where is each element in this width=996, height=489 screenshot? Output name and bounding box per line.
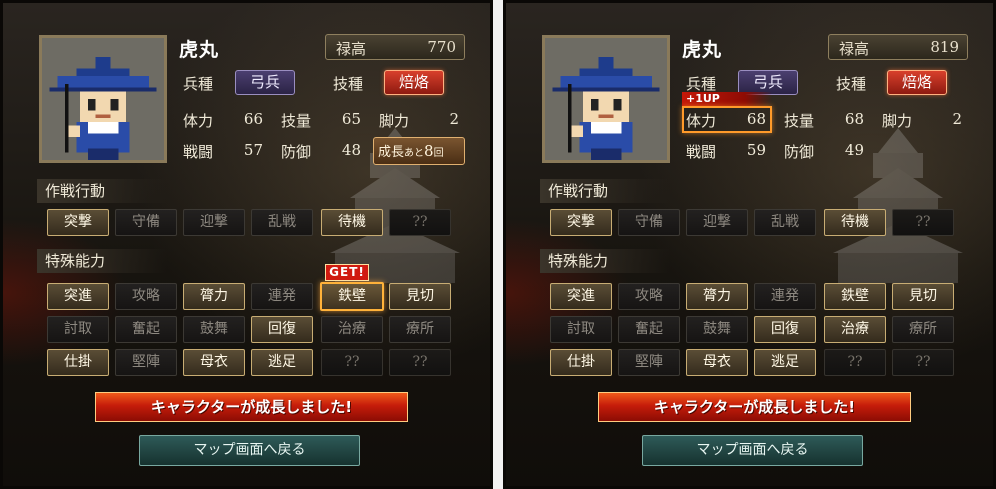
ability-funki[interactable]: 奮起 [618,316,680,343]
stat-def: 防御 49 [784,141,864,161]
ability-nigeashi[interactable]: 逃足 [754,349,816,376]
ability-kobu[interactable]: 鼓舞 [686,316,748,343]
ability-chiryo[interactable]: 治療 [824,316,886,343]
ability-kenjin[interactable]: 堅陣 [115,349,177,376]
ability-unknown-1: ?? [824,349,886,376]
ability-koryaku[interactable]: 攻略 [115,283,177,310]
ability-chiryo[interactable]: 治療 [321,316,383,343]
stat-atk: 戦闘 59 [686,141,766,161]
ability-kaifuku[interactable]: 回復 [754,316,816,343]
skill-type-row: 技種 [329,70,384,96]
tactic-button-taiki[interactable]: 待機 [321,209,383,236]
ability-ryoryoku[interactable]: 膂力 [686,283,748,310]
skill-type-badge: 焙烙 [887,70,947,95]
tactic-button-shubi[interactable]: 守備 [115,209,177,236]
skill-type-row: 技種 [832,70,887,96]
stat-up-tag: +1UP [682,92,772,106]
character-name: 虎丸 [682,39,723,61]
growth-message-banner: キャラクターが成長しました! [95,392,408,422]
ability-mikiri[interactable]: 見切 [389,283,451,310]
character-portrait [542,35,670,163]
tactic-button-totsugeki[interactable]: 突撃 [47,209,109,236]
status-panel-after: 虎丸 禄高 819 兵種 弓兵 技種 焙烙 +1UP 体力 68 技量 68 脚… [503,0,996,489]
ability-renpatsu[interactable]: 連発 [754,283,816,310]
tactic-button-ransen[interactable]: 乱戦 [251,209,313,236]
character-sprite-icon [545,38,667,160]
growth-message-banner: キャラクターが成長しました! [598,392,911,422]
ability-teppeki[interactable]: 鉄壁 [824,283,886,310]
tactic-button-geigeki[interactable]: 迎撃 [183,209,245,236]
ability-horo[interactable]: 母衣 [183,349,245,376]
ability-kaifuku[interactable]: 回復 [251,316,313,343]
tactic-button-ransen[interactable]: 乱戦 [754,209,816,236]
stat-leg: 脚力 2 [882,110,962,130]
unit-type-row: 兵種 [179,70,239,96]
ability-kenjin[interactable]: 堅陣 [618,349,680,376]
stipend-value: 819 [930,38,959,56]
stats-row-1: 体力 68 技量 68 脚力 2 [682,107,972,133]
character-sprite-icon [42,38,164,160]
skill-type-label: 技種 [333,75,364,93]
stat-atk: 戦闘 57 [183,141,263,161]
stat-hp: 体力 66 [183,110,263,130]
tactics-section-title: 作戦行動 [37,179,167,203]
tactic-button-geigeki[interactable]: 迎撃 [686,209,748,236]
abilities-section-title: 特殊能力 [37,249,167,273]
stats-row-1: 体力 66 技量 65 脚力 2 [179,107,469,133]
return-to-map-button[interactable]: マップ画面へ戻る [642,435,863,466]
stipend-value: 770 [427,38,456,56]
stat-def: 防御 48 [281,141,361,161]
ability-unknown-2: ?? [389,349,451,376]
tactic-button-unknown: ?? [892,209,954,236]
ability-ryoryoku[interactable]: 膂力 [183,283,245,310]
stat-leg: 脚力 2 [379,110,459,130]
ability-teppeki[interactable]: 鉄壁 [320,282,384,311]
stat-tech: 技量 68 [784,110,864,130]
stipend-box: 禄高 770 [325,34,465,60]
skill-type-label: 技種 [836,75,867,93]
ability-totsushin[interactable]: 突進 [47,283,109,310]
stats-row-2: 戦闘 59 防御 49 [682,138,872,164]
stipend-label: 禄高 [336,40,367,58]
skill-type-badge: 焙烙 [384,70,444,95]
ability-renpatsu[interactable]: 連発 [251,283,313,310]
ability-nigeashi[interactable]: 逃足 [251,349,313,376]
tactics-section-title: 作戦行動 [540,179,670,203]
unit-type-label: 兵種 [686,75,717,93]
stipend-label: 禄高 [839,40,870,58]
ability-shikake[interactable]: 仕掛 [47,349,109,376]
ability-unknown-2: ?? [892,349,954,376]
ability-unknown-1: ?? [321,349,383,376]
stipend-box: 禄高 819 [828,34,968,60]
stats-row-2: 戦闘 57 防御 48 [179,138,369,164]
growth-remaining-badge: 成長あと8回 [373,137,465,165]
ability-uchitori[interactable]: 討取 [550,316,612,343]
tactic-button-taiki[interactable]: 待機 [824,209,886,236]
ability-horo[interactable]: 母衣 [686,349,748,376]
status-panel-before: 虎丸 禄高 770 兵種 弓兵 技種 焙烙 体力 66 技量 65 脚力 2 戦… [0,0,493,489]
unit-type-badge: 弓兵 [235,70,295,95]
ability-uchitori[interactable]: 討取 [47,316,109,343]
ability-ryosho[interactable]: 療所 [892,316,954,343]
tactic-button-unknown: ?? [389,209,451,236]
ability-mikiri[interactable]: 見切 [892,283,954,310]
ability-koryaku[interactable]: 攻略 [618,283,680,310]
tactic-button-totsugeki[interactable]: 突撃 [550,209,612,236]
get-new-ability-tag: GET! [325,264,369,281]
ability-totsushin[interactable]: 突進 [550,283,612,310]
return-to-map-button[interactable]: マップ画面へ戻る [139,435,360,466]
unit-type-label: 兵種 [183,75,214,93]
stat-tech: 技量 65 [281,110,361,130]
character-portrait [39,35,167,163]
ability-kobu[interactable]: 鼓舞 [183,316,245,343]
abilities-section-title: 特殊能力 [540,249,670,273]
ability-shikake[interactable]: 仕掛 [550,349,612,376]
tactic-button-shubi[interactable]: 守備 [618,209,680,236]
character-name: 虎丸 [179,39,220,61]
ability-ryosho[interactable]: 療所 [389,316,451,343]
ability-funki[interactable]: 奮起 [115,316,177,343]
stat-hp: 体力 68 [686,110,766,130]
